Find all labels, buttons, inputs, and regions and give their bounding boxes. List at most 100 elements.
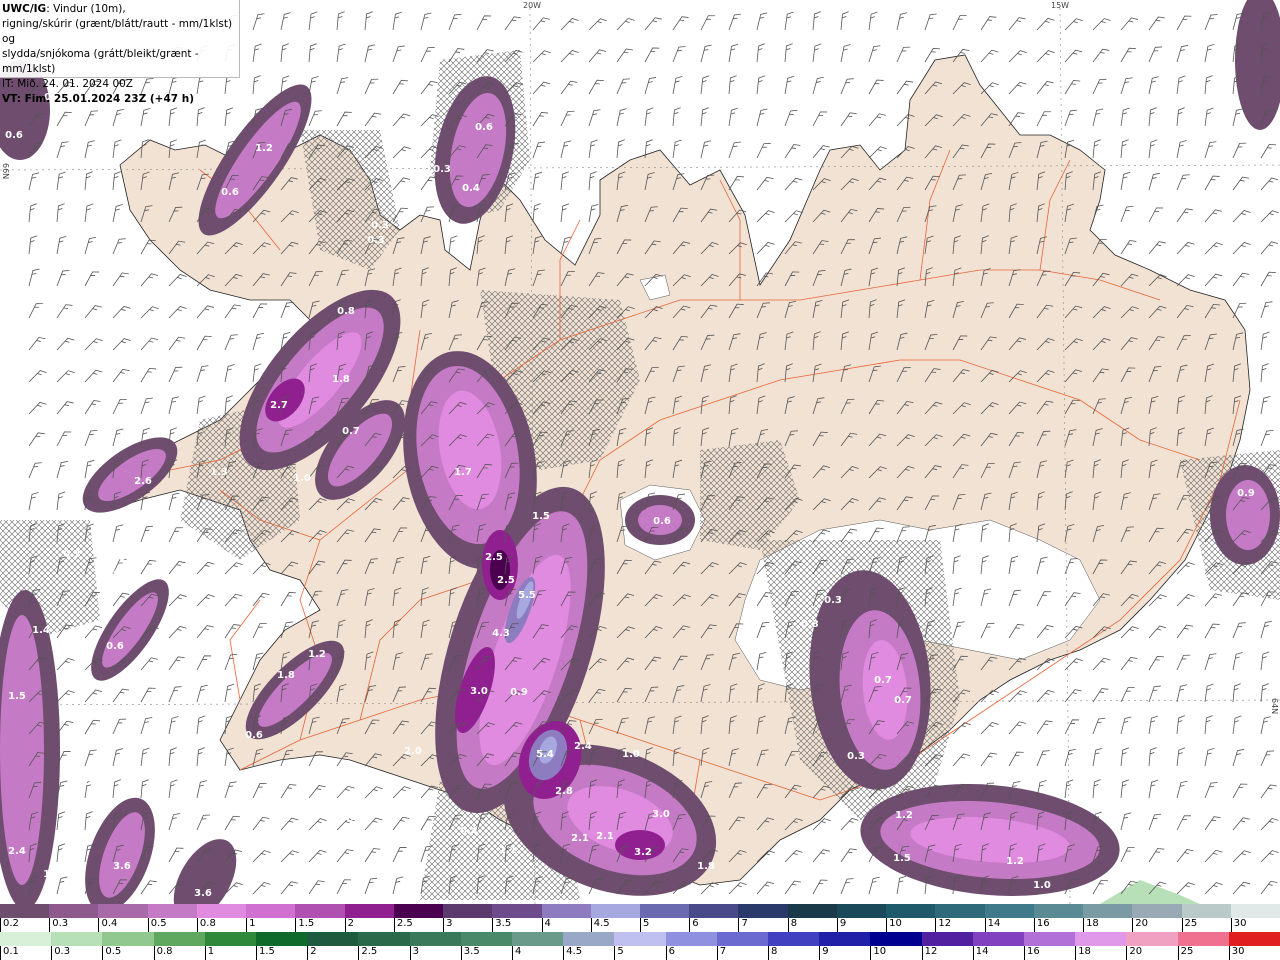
precip-label: 2.6 (134, 476, 152, 487)
precip-label: 0.4 (460, 826, 478, 837)
precip-label: 2.8 (555, 786, 573, 797)
legend-swatch (614, 932, 667, 946)
legend-swatch (1024, 932, 1076, 946)
info-line-3: slydda/snjókoma (grátt/bleikt/grænt - mm… (2, 48, 199, 75)
legend-swatch (1083, 904, 1133, 918)
precip-label: 0.3 (433, 164, 451, 175)
legend-swatch (541, 904, 592, 918)
legend-label: 1.5 (298, 918, 315, 929)
legend-label: 8 (790, 918, 798, 929)
legend-tick (1228, 946, 1230, 960)
legend-swatch (153, 932, 206, 946)
precip-label: 1.7 (454, 467, 472, 478)
legend-label: 5 (643, 918, 650, 929)
legend-swatch (716, 932, 769, 946)
rain-legend-labels: 0.1 0.3 0.5 0.8 1 1.5 2 2.5 3 3.5 4 4.5 5 6 7 8 9 10 12 14 1… (0, 946, 1280, 960)
legend-swatch (393, 904, 444, 918)
legend-label: 16 (1036, 918, 1050, 929)
legend-label: 3 (446, 918, 453, 929)
analysis-time: IT: Mið. 24. 01. 2024 00Z (2, 78, 133, 90)
legend-swatch (344, 904, 395, 918)
legend-label: 0.3 (52, 918, 69, 929)
lat-label-64n: 64N (1270, 698, 1279, 715)
precip-label: 1.0 (622, 749, 640, 760)
legend-label: 2 (347, 918, 354, 929)
precip-label: 1.4 (32, 625, 50, 636)
legend-swatch (98, 904, 149, 918)
precip-label: 0.3 (847, 751, 865, 762)
legend-label: 0.2 (3, 918, 19, 929)
precip-label: 0.5 (113, 569, 131, 580)
legend-swatch (836, 904, 887, 918)
precip-label: 1.0 (293, 473, 311, 484)
precip-label: 2.0 (404, 746, 422, 757)
precip-label: 0.3 (801, 619, 819, 630)
precip-label: 0.3 (367, 235, 385, 246)
precip-label: 1.8 (697, 861, 715, 872)
precip-label: 0.4 (63, 758, 81, 769)
precip-label: 1.6 (613, 895, 631, 904)
precip-label: 0.6 (106, 641, 124, 652)
legend-label: 8 (771, 946, 778, 957)
legend-swatch (689, 904, 739, 918)
legend-swatch (443, 904, 493, 918)
model-name: UWC/IG (2, 3, 47, 15)
legend-swatch (204, 932, 257, 946)
legend-swatch (1075, 932, 1127, 946)
legend-label: 14 (987, 918, 1001, 929)
legend-swatch (295, 904, 346, 918)
legend-tick (204, 946, 206, 960)
legend-swatch (590, 904, 641, 918)
precip-label: 2.0 (697, 895, 715, 904)
legend-label: 12 (938, 918, 952, 929)
precip-label: 5.4 (536, 749, 554, 760)
precip-label: 0.9 (136, 706, 154, 717)
legend-label: 18 (1078, 946, 1091, 957)
legend-tick (1177, 946, 1179, 960)
lon-label-20w: 20W (523, 1, 542, 10)
legend-tick (1230, 918, 1232, 932)
legend-tick (0, 918, 1, 932)
precip-label: 4.3 (492, 628, 510, 639)
legend-label: 3 (412, 946, 419, 957)
legend-swatch (0, 932, 52, 946)
precip-label: 2.5 (485, 552, 503, 563)
legend-tick (1126, 946, 1128, 960)
legend-tick (768, 946, 769, 960)
legend-tick (716, 946, 718, 960)
legend-tick (738, 918, 740, 932)
legend-label: 3.5 (495, 918, 512, 929)
legend-tick (246, 918, 248, 932)
snow-legend-bar (0, 904, 1280, 918)
legend-label: 10 (873, 946, 887, 957)
precip-label: 0.3 (343, 812, 361, 823)
legend-label: 4.5 (593, 918, 610, 929)
precip-label: 0.6 (221, 187, 239, 198)
legend-tick (98, 918, 100, 932)
precip-label: 5.5 (518, 590, 536, 601)
legend-tick (147, 918, 149, 932)
legend-label: 1 (249, 918, 256, 929)
precip-label: 1.2 (895, 810, 913, 821)
legend-tick (393, 918, 395, 932)
legend-tick (443, 918, 445, 932)
legend-tick (153, 946, 155, 960)
legend-swatch (409, 932, 462, 946)
legend-label: 1 (207, 946, 215, 957)
legend-swatch (512, 932, 564, 946)
legend-tick (689, 918, 691, 932)
legend-swatch (1177, 932, 1230, 946)
legend-swatch (665, 932, 718, 946)
legend-swatch (1132, 904, 1183, 918)
precip-label: 1.5 (532, 511, 550, 522)
legend-label: 1.5 (259, 946, 275, 957)
legend-swatch (1228, 932, 1280, 946)
precip-label: 1.1 (499, 845, 517, 856)
legend-swatch (196, 904, 247, 918)
legend-swatch (102, 932, 155, 946)
legend-label: 6 (668, 946, 675, 957)
precip-label: 0.6 (5, 130, 23, 141)
legend-swatch (1230, 904, 1280, 918)
precip-label: 1.8 (332, 374, 350, 385)
legend-tick (1083, 918, 1085, 932)
